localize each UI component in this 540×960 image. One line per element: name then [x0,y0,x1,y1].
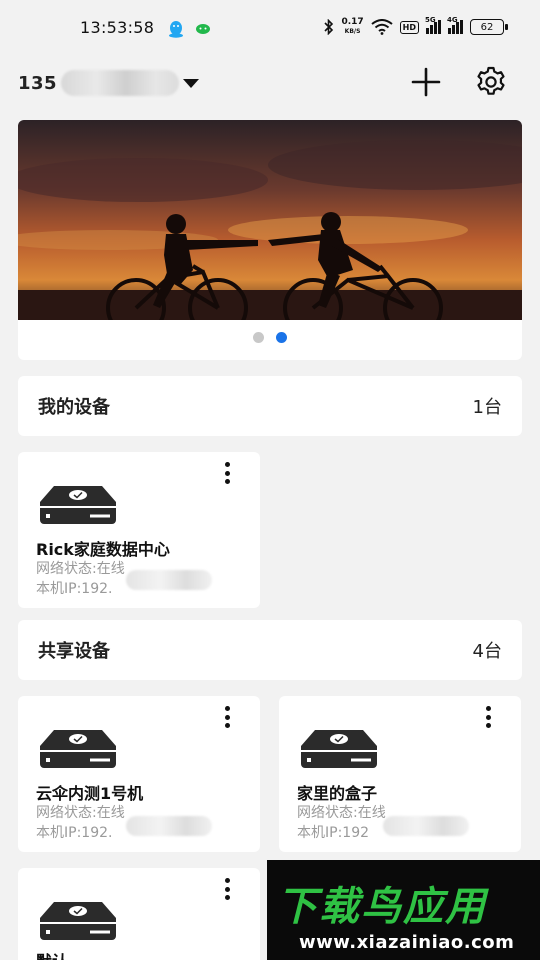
device-name: 家里的盒子 [297,784,378,803]
shared-device-card[interactable]: 云伞内测1号机 网络状态:在线 本机IP:192. [18,696,260,852]
device-status: 网络状态:在线 [36,561,125,577]
shared-devices-title: 共享设备 [38,641,110,662]
watermark-url: www.xiazainiao.com [299,932,515,953]
top-header: 135 [0,60,540,104]
account-number-mask [61,70,180,96]
status-icons: 0.17 KB/S HD 5G 4G 62 [324,16,508,36]
add-icon[interactable] [410,66,442,98]
battery-level: 62 [480,21,494,33]
watermark-banner: 下载鸟应用 www.xiazainiao.com [267,860,540,960]
carousel-dot-active[interactable] [276,332,287,343]
shared-device-card[interactable]: 家里的盒子 网络状态:在线 本机IP:192 [279,696,521,852]
net-speed-value: 0.17 [341,17,364,27]
nas-device-icon [40,902,116,940]
device-status: 网络状态:在线 [297,805,386,821]
device-name: Rick家庭数据中心 [36,540,170,559]
hd-icon: HD [399,20,419,34]
carousel-dot[interactable] [253,332,264,343]
bluetooth-icon [324,19,334,35]
signal-4g-icon: 4G [447,16,463,34]
device-ip: 本机IP:192 [297,825,370,841]
signal-4g-label: 4G [447,16,458,24]
my-devices-header[interactable]: 我的设备 1台 [18,376,522,436]
shared-devices-count: 4台 [472,641,502,662]
nas-device-icon [301,730,377,768]
gear-icon[interactable] [474,65,508,99]
more-icon[interactable] [481,706,495,728]
shared-devices-header[interactable]: 共享设备 4台 [18,620,522,680]
wechat-icon [196,24,210,34]
qq-icon [169,21,183,38]
net-speed-unit: KB/S [344,28,361,35]
device-status: 网络状态:在线 [36,805,125,821]
signal-5g-icon: 5G [425,16,441,34]
signal-5g-label: 5G [425,16,436,24]
my-devices-title: 我的设备 [38,397,110,418]
ip-mask [383,816,469,836]
ip-mask [126,570,212,590]
battery-icon: 62 [470,19,508,35]
device-card[interactable]: Rick家庭数据中心 网络状态:在线 本机IP:192. [18,452,260,608]
nas-device-icon [40,730,116,768]
caret-down-icon [183,78,200,88]
carousel-indicator [18,332,522,343]
status-time: 13:53:58 [80,18,155,37]
device-name: 云伞内测1号机 [36,784,144,803]
ip-mask [126,816,212,836]
device-ip: 本机IP:192. [36,825,113,841]
banner-image[interactable] [18,120,522,320]
status-bar: 13:53:58 0.17 KB/S HD 5G 4G 62 [0,0,540,56]
net-speed: 0.17 KB/S [341,18,363,36]
shared-device-card[interactable]: 默认 [18,868,260,960]
account-number: 135 [18,72,58,94]
my-devices-count: 1台 [472,397,502,418]
nas-device-icon [40,486,116,524]
device-name: 默认 [36,948,68,960]
wifi-icon [371,19,393,35]
banner-carousel[interactable] [18,120,522,360]
device-ip: 本机IP:192. [36,581,113,597]
more-icon[interactable] [220,878,234,900]
watermark-title: 下载鸟应用 [277,884,487,930]
account-switcher[interactable]: 135 [18,70,200,96]
more-icon[interactable] [220,462,234,484]
more-icon[interactable] [220,706,234,728]
